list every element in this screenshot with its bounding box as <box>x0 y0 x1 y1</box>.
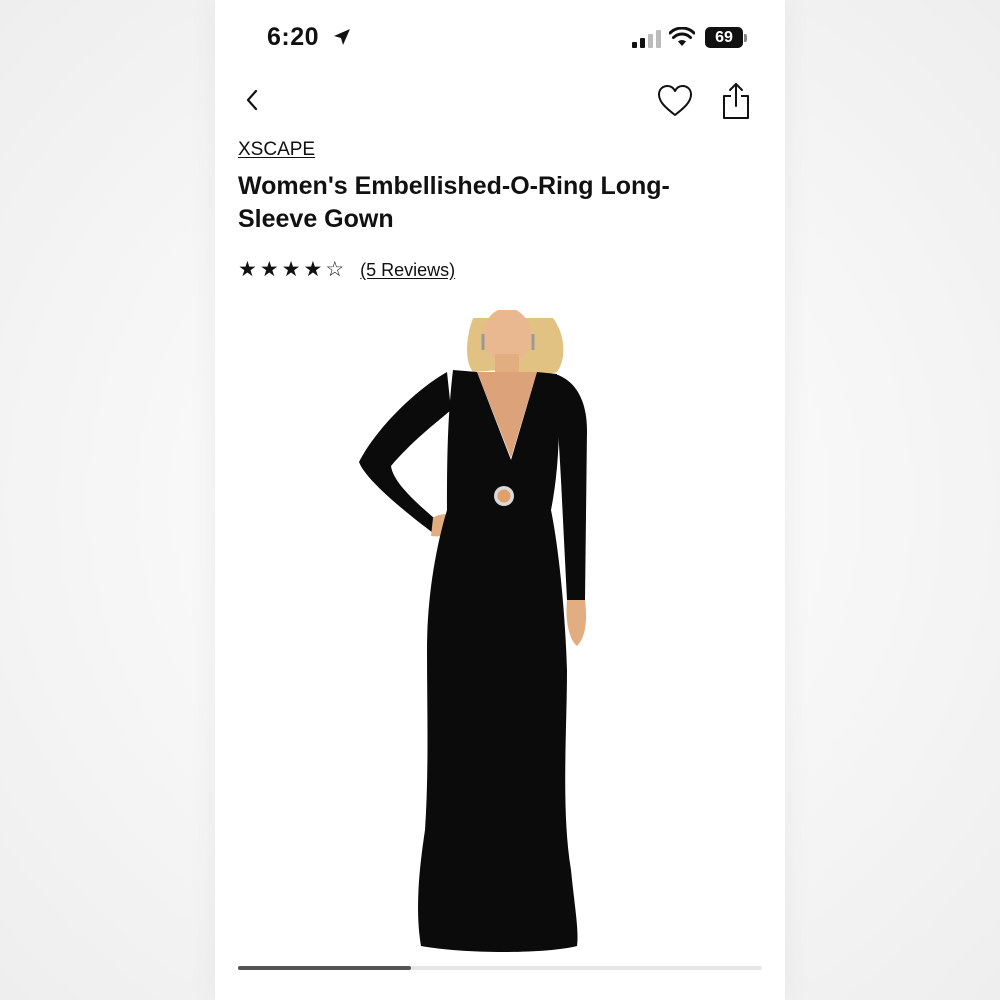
star-empty-icon: ☆ <box>325 258 345 281</box>
phone-screen: 6:20 69 XSCAPE Women's Embellished-O-Rin… <box>215 0 785 1000</box>
gown-illustration <box>359 308 587 952</box>
star-filled-icon: ★ <box>281 258 301 281</box>
product-title: Women's Embellished-O-Ring Long-Sleeve G… <box>238 172 670 233</box>
favorite-button[interactable] <box>657 84 693 118</box>
battery-tip <box>744 34 747 42</box>
right-sleeve <box>555 374 587 600</box>
chevron-left-icon <box>246 89 258 111</box>
star-filled-icon: ★ <box>238 258 257 281</box>
location-arrow-icon <box>333 24 351 53</box>
star-rating: ★ ★ ★ ★ ☆ <box>238 258 344 282</box>
wifi-icon <box>668 26 696 47</box>
star-filled-icon: ★ <box>303 258 323 281</box>
signal-icon <box>632 30 662 48</box>
status-time-text: 6:20 <box>267 23 320 51</box>
product-image[interactable] <box>215 308 785 960</box>
share-icon <box>723 83 749 119</box>
back-button[interactable] <box>241 86 265 114</box>
reviews-link[interactable]: (5 Reviews) <box>360 260 455 281</box>
battery-icon: 69 <box>705 27 743 48</box>
image-carousel-indicator[interactable] <box>238 966 762 970</box>
carousel-progress <box>238 966 411 970</box>
brand-link[interactable]: XSCAPE <box>238 139 315 161</box>
left-sleeve <box>359 372 451 536</box>
star-filled-icon: ★ <box>259 258 279 281</box>
status-time: 6:20 <box>267 23 351 53</box>
battery-level: 69 <box>715 29 733 46</box>
gown-body <box>418 370 578 952</box>
heart-icon <box>658 85 692 116</box>
rating-row: ★ ★ ★ ★ ☆ (5 Reviews) <box>238 257 455 283</box>
share-button[interactable] <box>722 82 750 120</box>
